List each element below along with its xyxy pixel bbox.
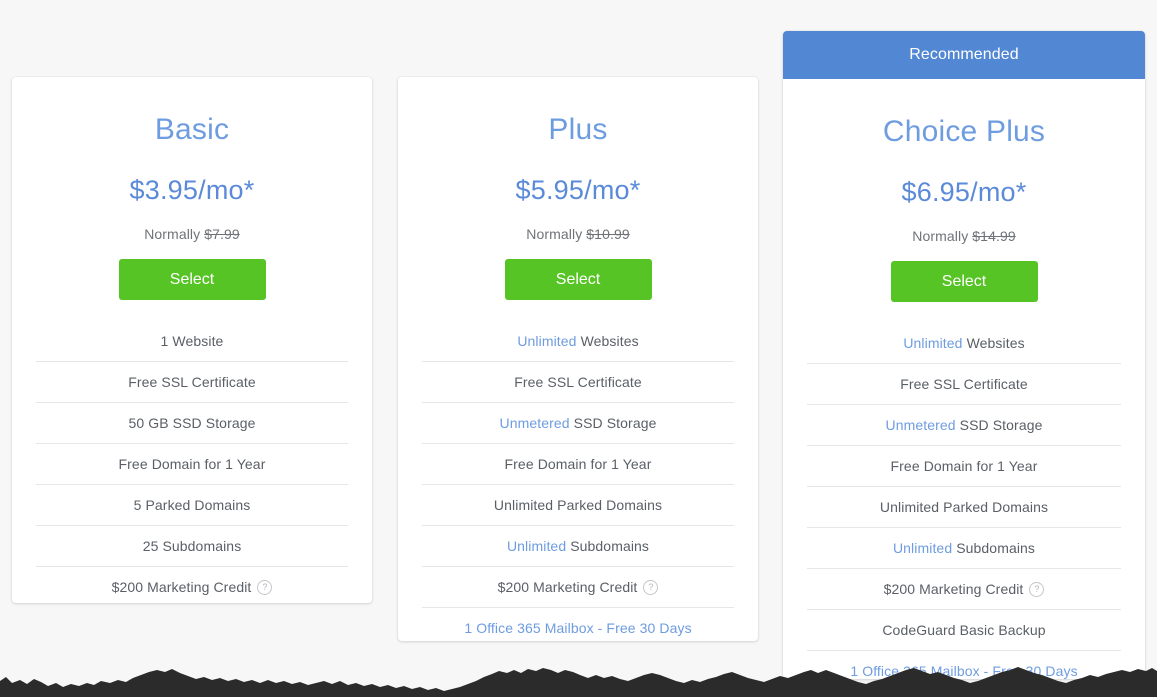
select-button-plus[interactable]: Select — [504, 259, 652, 300]
feature-label: Subdomains — [566, 538, 650, 554]
feature-row: Free Domain for 1 Year — [36, 443, 348, 484]
plan-normally-plus: Normally $10.99 — [422, 204, 734, 242]
feature-label: 5 Parked Domains — [133, 497, 251, 513]
feature-label: Free Domain for 1 Year — [504, 456, 652, 472]
feature-row: $200 Marketing Credit? — [807, 568, 1121, 609]
select-button-basic[interactable]: Select — [118, 259, 266, 300]
feature-label: Free SSL Certificate — [900, 376, 1028, 392]
feature-label: SSD Storage — [955, 417, 1043, 433]
plan-price-choice-plus: $6.95/mo* — [901, 177, 1027, 207]
plan-name-plus: Plus — [548, 113, 608, 146]
plan-card-plus[interactable]: Plus $5.95/mo* Normally $10.99 Select Un… — [398, 77, 758, 641]
feature-row: 50 GB SSD Storage — [36, 402, 348, 443]
plan-name-basic: Basic — [154, 113, 230, 146]
normally-price: $14.99 — [972, 228, 1016, 244]
feature-row: Unlimited Subdomains — [422, 525, 734, 566]
feature-label: Free SSL Certificate — [128, 374, 256, 390]
feature-label: Free Domain for 1 Year — [890, 458, 1038, 474]
feature-label: $200 Marketing Credit — [497, 579, 638, 595]
feature-label: 1 Office 365 Mailbox - Free 30 Days — [850, 663, 1078, 679]
feature-row: Free SSL Certificate — [36, 361, 348, 402]
feature-row: 1 Website — [36, 321, 348, 361]
normally-label: Normally — [912, 228, 969, 244]
help-icon[interactable]: ? — [1029, 581, 1045, 597]
feature-list-choice-plus: Unlimited Websites Free SSL Certificate Un… — [807, 302, 1121, 679]
feature-label: Free Domain for 1 Year — [118, 456, 266, 472]
select-button-choice-plus[interactable]: Select — [890, 261, 1038, 302]
normally-label: Normally — [526, 226, 583, 242]
feature-label: 25 Subdomains — [142, 538, 242, 554]
normally-label: Normally — [144, 226, 201, 242]
plan-normally-basic: Normally $7.99 — [36, 204, 348, 242]
feature-row: Free SSL Certificate — [422, 361, 734, 402]
feature-row: $200 Marketing Credit? — [422, 566, 734, 607]
feature-row: Free Domain for 1 Year — [807, 445, 1121, 486]
feature-label: 1 Website — [160, 333, 224, 349]
feature-label: Free SSL Certificate — [514, 374, 642, 390]
feature-row: Unmetered SSD Storage — [422, 402, 734, 443]
plan-body-choice-plus: Choice Plus $6.95/mo* Normally $14.99 Se… — [783, 79, 1145, 679]
feature-label: $200 Marketing Credit — [883, 581, 1024, 597]
plan-price-plus: $5.95/mo* — [515, 175, 641, 205]
feature-label: 50 GB SSD Storage — [128, 415, 256, 431]
feature-row: Unmetered SSD Storage — [807, 404, 1121, 445]
feature-label: Unlimited Parked Domains — [493, 497, 663, 513]
feature-highlight: Unmetered — [499, 415, 570, 431]
plan-price-basic: $3.95/mo* — [129, 175, 255, 205]
recommended-ribbon: Recommended — [783, 31, 1145, 79]
help-icon[interactable]: ? — [643, 579, 659, 595]
feature-row: Free SSL Certificate — [807, 363, 1121, 404]
plan-name-choice-plus: Choice Plus — [882, 115, 1046, 148]
plan-card-choice-plus[interactable]: Recommended Choice Plus $6.95/mo* Normal… — [783, 31, 1145, 679]
plan-body-plus: Plus $5.95/mo* Normally $10.99 Select Un… — [398, 77, 758, 641]
feature-label: CodeGuard Basic Backup — [882, 622, 1046, 638]
feature-row: Unlimited Parked Domains — [807, 486, 1121, 527]
feature-list-plus: Unlimited Websites Free SSL Certificate Un… — [422, 300, 734, 641]
feature-row: Unlimited Websites — [422, 321, 734, 361]
feature-label: Unlimited Parked Domains — [879, 499, 1049, 515]
feature-row: Unlimited Parked Domains — [422, 484, 734, 525]
feature-highlight: Unlimited — [892, 540, 953, 556]
feature-row: Free Domain for 1 Year — [422, 443, 734, 484]
feature-highlight: Unlimited — [517, 333, 577, 349]
feature-highlight: Unlimited — [506, 538, 567, 554]
feature-row: 25 Subdomains — [36, 525, 348, 566]
feature-label: Subdomains — [952, 540, 1036, 556]
feature-row: Unlimited Subdomains — [807, 527, 1121, 568]
pricing-plans-section: Basic $3.95/mo* Normally $7.99 Select 1 … — [0, 0, 1157, 697]
feature-label: Websites — [962, 335, 1025, 351]
feature-row: CodeGuard Basic Backup — [807, 609, 1121, 650]
feature-highlight: Unlimited — [903, 335, 963, 351]
normally-price: $7.99 — [204, 226, 240, 242]
feature-list-basic: 1 Website Free SSL Certificate 50 GB SSD S… — [36, 300, 348, 603]
feature-row: $200 Marketing Credit? — [36, 566, 348, 603]
feature-label: $200 Marketing Credit — [111, 579, 252, 595]
feature-label: SSD Storage — [569, 415, 657, 431]
feature-highlight: Unmetered — [885, 417, 956, 433]
feature-row-link[interactable]: 1 Office 365 Mailbox - Free 30 Days — [807, 650, 1121, 679]
help-icon[interactable]: ? — [257, 579, 273, 595]
feature-label: 1 Office 365 Mailbox - Free 30 Days — [464, 620, 692, 636]
feature-label: Websites — [576, 333, 639, 349]
normally-price: $10.99 — [586, 226, 630, 242]
feature-row: Unlimited Websites — [807, 323, 1121, 363]
plan-normally-choice-plus: Normally $14.99 — [807, 206, 1121, 244]
feature-row-link[interactable]: 1 Office 365 Mailbox - Free 30 Days — [422, 607, 734, 641]
plan-body-basic: Basic $3.95/mo* Normally $7.99 Select 1 … — [12, 77, 372, 603]
feature-row: 5 Parked Domains — [36, 484, 348, 525]
plan-card-basic[interactable]: Basic $3.95/mo* Normally $7.99 Select 1 … — [12, 77, 372, 603]
